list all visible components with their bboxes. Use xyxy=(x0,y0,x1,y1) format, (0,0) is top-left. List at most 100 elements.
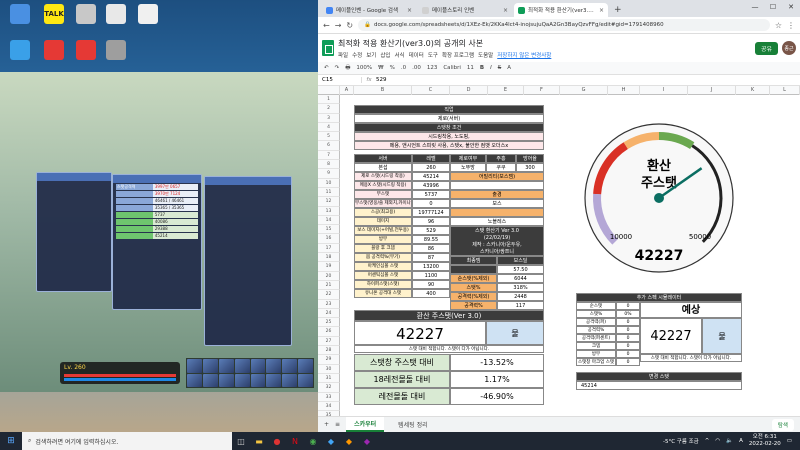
row-header[interactable]: 29 xyxy=(318,355,340,365)
stat-value-input[interactable]: 43996 xyxy=(412,181,450,190)
stat-value-input[interactable]: 90 xyxy=(412,280,450,289)
chrome-icon[interactable]: ◉ xyxy=(304,432,322,450)
row-header[interactable]: 2 xyxy=(318,104,340,114)
strikethrough-button[interactable]: S xyxy=(498,65,502,71)
column-header[interactable]: L xyxy=(770,86,800,95)
skill-quickslots[interactable] xyxy=(186,358,314,388)
ability-value[interactable] xyxy=(450,181,544,190)
percent-format-button[interactable]: % xyxy=(390,65,395,71)
row-header[interactable]: 23 xyxy=(318,299,340,309)
sheet-tab-item-setting[interactable]: 템세팅 정리 xyxy=(390,418,436,431)
spreadsheet-grid[interactable]: A B C D E F G H I J K L 1 2 3 4 5 6 7 8 9 10 11 12 1… xyxy=(318,86,800,416)
column-header[interactable]: A xyxy=(340,86,354,95)
menu-kebab-icon[interactable]: ⋮ xyxy=(787,21,795,30)
row-header[interactable]: 12 xyxy=(318,197,340,207)
row-header[interactable]: 18 xyxy=(318,253,340,263)
sim-input[interactable]: 0 xyxy=(616,302,640,310)
stat-value-input[interactable]: 89.55 xyxy=(412,235,450,244)
game-window[interactable]: 스탯공격력 3997만 0657 3970만 7124 46461 / 46461… xyxy=(0,72,318,392)
row-header[interactable]: 21 xyxy=(318,280,340,291)
row-header[interactable]: 27 xyxy=(318,336,340,347)
app-icon[interactable]: ◆ xyxy=(322,432,340,450)
font-select[interactable]: Calibri xyxy=(443,65,461,71)
column-header[interactable]: G xyxy=(560,86,608,95)
desktop-icon[interactable] xyxy=(102,40,130,61)
row-header[interactable]: 6 xyxy=(318,141,340,151)
italic-button[interactable]: I xyxy=(490,65,492,71)
stat-value-input[interactable]: 529 xyxy=(412,226,450,235)
forward-icon[interactable]: → xyxy=(335,21,342,30)
undo-icon[interactable]: ↶ xyxy=(324,65,329,71)
row-header[interactable]: 20 xyxy=(318,271,340,281)
file-explorer-icon[interactable]: ▬ xyxy=(250,432,268,450)
windows-start-icon[interactable]: ⊞ xyxy=(0,432,22,450)
netflix-icon[interactable]: N xyxy=(286,432,304,450)
star-icon[interactable]: ☆ xyxy=(775,21,782,30)
bold-button[interactable]: B xyxy=(480,65,484,71)
sim-input[interactable]: 0 xyxy=(616,318,640,326)
row-header[interactable]: 22 xyxy=(318,290,340,300)
minimize-icon[interactable]: — xyxy=(746,0,764,17)
app-icon[interactable]: ● xyxy=(268,432,286,450)
url-input[interactable]: 🔒 docs.google.com/spreadsheets/d/1XEz-Ek… xyxy=(358,19,770,31)
share-button[interactable]: 공유 xyxy=(754,41,778,55)
close-tab-icon[interactable]: × xyxy=(503,7,508,14)
sim-input[interactable]: 0% xyxy=(616,310,640,318)
formula-input[interactable]: 529 xyxy=(376,77,387,83)
reload-icon[interactable]: ↻ xyxy=(346,21,353,30)
stat-value-input[interactable]: 0 xyxy=(412,199,450,208)
volume-icon[interactable]: 🔈 xyxy=(726,438,733,444)
cell-reference[interactable]: C15 xyxy=(318,77,362,83)
stat-value-input[interactable]: 1100 xyxy=(412,271,450,280)
row-header[interactable]: 32 xyxy=(318,383,340,393)
row-header[interactable]: 14 xyxy=(318,215,340,226)
game-detail-stat-panel[interactable] xyxy=(204,176,292,346)
row-header[interactable]: 10 xyxy=(318,178,340,188)
zero-select[interactable]: 노뚜방 xyxy=(450,163,486,172)
row-header[interactable]: 16 xyxy=(318,234,340,244)
document-title[interactable]: 최적화 적용 환산기(ver3.0)의 공개의 사본 xyxy=(338,38,551,49)
row-header[interactable]: 11 xyxy=(318,187,340,198)
new-tab-icon[interactable]: + xyxy=(610,3,626,17)
row-header[interactable]: 28 xyxy=(318,346,340,356)
stat-value-input[interactable]: 87 xyxy=(412,253,450,262)
menu-tools[interactable]: 도구 xyxy=(428,51,438,59)
stat-value-input[interactable]: 96 xyxy=(412,217,450,226)
stat-value-input[interactable]: 45214 xyxy=(412,172,450,181)
menu-insert[interactable]: 삽입 xyxy=(380,51,390,59)
row-header[interactable]: 17 xyxy=(318,243,340,254)
row-header[interactable]: 30 xyxy=(318,364,340,374)
row-header[interactable]: 31 xyxy=(318,373,340,384)
stat-value-input[interactable]: 19777124 xyxy=(412,208,450,217)
increase-decimal-button[interactable]: .00 xyxy=(412,65,421,71)
close-tab-icon[interactable]: × xyxy=(407,7,412,14)
row-header[interactable]: 4 xyxy=(318,122,340,133)
server-select[interactable]: 본섭 xyxy=(354,163,412,172)
row-header[interactable]: 33 xyxy=(318,392,340,402)
close-window-icon[interactable]: ✕ xyxy=(782,0,800,17)
column-header[interactable]: D xyxy=(450,86,488,95)
print-icon[interactable]: 🖶 xyxy=(345,64,350,73)
browser-tab[interactable]: 메이플인벤 - Google 검색 × xyxy=(322,3,416,17)
row-header[interactable]: 5 xyxy=(318,132,340,142)
column-header[interactable]: I xyxy=(640,86,688,95)
game-stat-panel[interactable]: 스탯공격력 3997만 0657 3970만 7124 46461 / 46461… xyxy=(112,174,202,310)
row-header[interactable]: 1 xyxy=(318,95,340,105)
menu-help[interactable]: 도움말 xyxy=(478,51,493,59)
menu-edit[interactable]: 수정 xyxy=(352,51,362,59)
sheet-tab-scouter[interactable]: 스카우터 xyxy=(346,417,385,432)
taskbar-search-input[interactable]: ⌕ 검색하려면 여기에 입력하십시오. xyxy=(22,432,232,450)
sheets-logo-icon[interactable] xyxy=(322,40,334,56)
row-header[interactable]: 19 xyxy=(318,262,340,272)
row-header[interactable]: 3 xyxy=(318,113,340,123)
clock[interactable]: 오전 6:31 2022-02-20 xyxy=(749,434,781,448)
row-header[interactable]: 34 xyxy=(318,401,340,412)
desktop-icon[interactable] xyxy=(102,4,130,25)
row-header[interactable]: 9 xyxy=(318,169,340,179)
menu-view[interactable]: 보기 xyxy=(366,51,376,59)
sim-input[interactable]: 0 xyxy=(616,350,640,358)
edit-status-link[interactable]: 저장하지 않은 변경사항 xyxy=(497,51,551,59)
kakaotalk-icon[interactable]: TALK xyxy=(40,4,68,25)
level-input[interactable]: 260 xyxy=(412,163,450,172)
menu-format[interactable]: 서식 xyxy=(395,51,405,59)
